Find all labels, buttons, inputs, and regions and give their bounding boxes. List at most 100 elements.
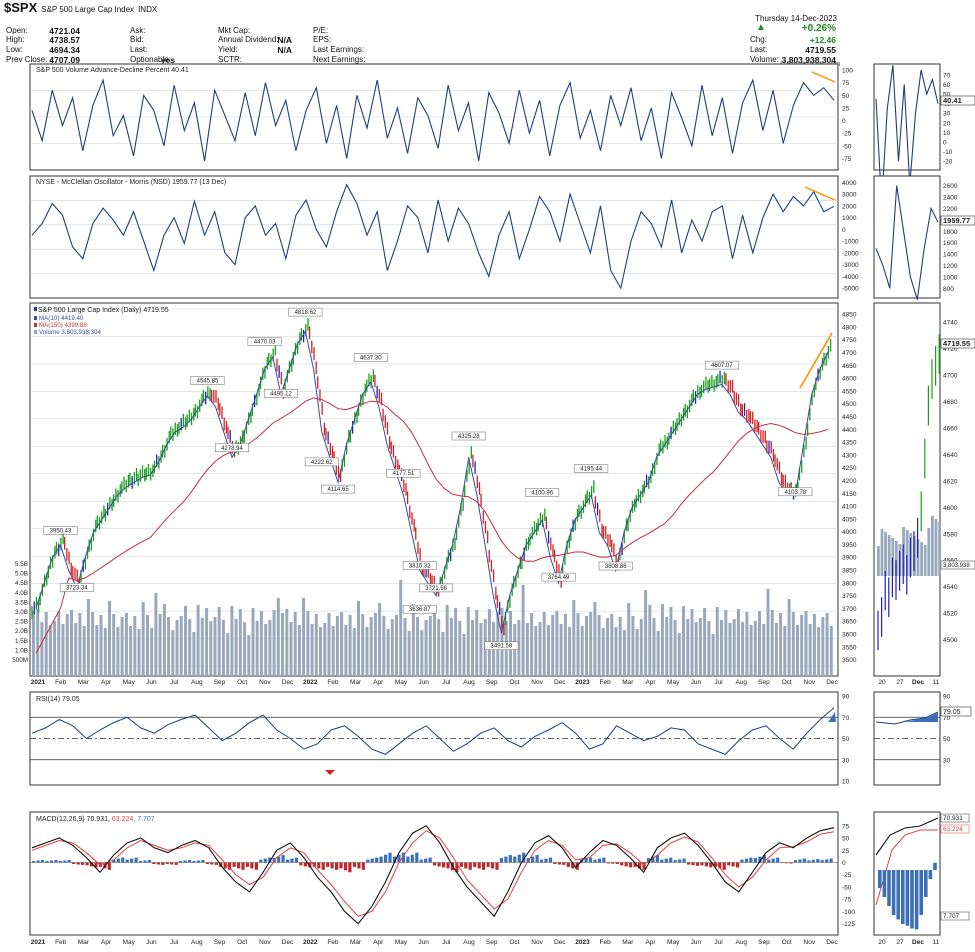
volume-bar — [403, 618, 407, 676]
volume-bar — [749, 625, 753, 676]
macd-hist-bar — [669, 857, 673, 863]
price-xtick-23: Dec — [554, 679, 566, 686]
macd-hist-bar — [379, 856, 383, 863]
volume-tick-0: 5.5B — [15, 561, 28, 568]
macd-xtick-13: Feb — [327, 939, 339, 946]
macd-yaxis-tick-6: -75 — [842, 897, 852, 904]
macd-hist-bar — [513, 856, 517, 863]
macd-yaxis-tick-3: 0 — [842, 860, 846, 867]
volume-bar — [61, 624, 65, 676]
volume-bar — [179, 616, 183, 676]
zoom-xtick-0: 20 — [878, 679, 886, 686]
macd-hist-bar — [678, 859, 682, 863]
volume-bar — [686, 619, 690, 676]
volume-bar — [804, 611, 808, 676]
price-yaxis-tick-1: 4800 — [842, 324, 857, 331]
macd-hist-bar — [250, 862, 254, 869]
volume-bar — [420, 630, 424, 676]
volume-bar — [547, 625, 550, 676]
volume-bar — [779, 613, 783, 676]
price-xtick-32: Sep — [758, 679, 770, 686]
ad-yaxis-tick-6: -50 — [842, 143, 852, 150]
macd-zoom-hist-bar — [896, 870, 900, 920]
macd-zoom-hist-bar — [887, 870, 891, 906]
macd-hist-bar — [339, 862, 343, 869]
volume-bar — [293, 612, 297, 676]
volume-bar — [758, 611, 761, 676]
macd-hist-bar — [76, 862, 80, 865]
volume-bar — [378, 603, 382, 676]
ad-zoom-yaxis-tick-8: -10 — [943, 149, 953, 156]
volume-bar — [221, 620, 225, 676]
price-zoom-yaxis-tick-8: 4580 — [943, 531, 958, 538]
macd-hist-bar — [361, 862, 365, 870]
mc-zoom-yaxis-tick-5: 1600 — [943, 240, 958, 247]
macd-hist-bar — [566, 862, 570, 867]
price-xtick-8: Sep — [214, 679, 226, 686]
macd-hist-bar — [147, 860, 151, 863]
macd-hist-bar — [210, 862, 214, 865]
macd-hist-bar — [477, 862, 481, 869]
volume-bar — [639, 619, 643, 676]
price-yaxis-tick-5: 4600 — [842, 376, 857, 383]
volume-bar — [238, 609, 242, 676]
volume-bar — [829, 626, 833, 676]
price-xtick-27: Apr — [645, 679, 656, 686]
price-xtick-29: Jun — [691, 679, 702, 686]
volume-bar — [741, 622, 745, 676]
volume-bar — [382, 616, 386, 676]
volume-tick-8: 1.5B — [15, 638, 28, 645]
macd-xtick-6: Jul — [170, 939, 179, 946]
volume-bar — [373, 613, 377, 676]
volume-bar — [150, 628, 154, 676]
annotation-label-7: 4222.62 — [311, 460, 333, 466]
mc-zoom-yaxis-tick-8: 1000 — [943, 274, 958, 281]
zoom-volume-bar — [877, 546, 880, 576]
volume-bar — [559, 624, 563, 676]
macd-hist-bar — [54, 860, 58, 863]
annotation-label-4: 4470.03 — [254, 340, 276, 346]
volume-bar — [395, 615, 398, 676]
macd-hist-bar — [40, 860, 45, 863]
macd-hist-bar — [624, 862, 628, 867]
volume-bar — [563, 614, 567, 676]
volume-bar — [302, 598, 306, 676]
macd-xtick-34: Nov — [804, 939, 816, 946]
price-xtick-4: May — [123, 679, 136, 686]
volume-bar — [770, 610, 774, 676]
volume-tick-4: 3.5B — [15, 599, 28, 606]
volume-bar — [217, 607, 221, 676]
macd-hist-bar — [793, 860, 798, 863]
volume-bar — [399, 580, 403, 676]
volume-bar — [348, 615, 352, 676]
price-xtick-34: Nov — [804, 679, 816, 686]
zoom-volume-bar — [884, 532, 887, 576]
volume-tick-10: 500M — [12, 657, 28, 664]
macd-hist-bar — [196, 860, 201, 863]
macd-title-hist: 7.707 — [137, 816, 155, 823]
volume-bar — [580, 626, 584, 676]
macd-hist-bar — [232, 862, 236, 867]
price-zoom-yaxis-tick-3: 4680 — [943, 399, 958, 406]
price-zoom-yaxis-tick-10: 4540 — [943, 584, 958, 591]
macd-hist-bar — [121, 857, 125, 863]
price-xtick-2: Mar — [78, 679, 90, 686]
annotation-label-20: 4607.07 — [711, 363, 733, 369]
volume-bar — [437, 619, 441, 676]
macd-hist-bar — [508, 855, 512, 863]
volume-bar — [660, 604, 664, 676]
macd-xtick-7: Aug — [191, 939, 203, 946]
volume-bar — [808, 624, 812, 676]
price-xtick-7: Aug — [191, 679, 203, 686]
volume-bar — [369, 617, 373, 676]
ad-yaxis-tick-2: 50 — [842, 93, 850, 100]
price-xtick-25: Feb — [600, 679, 612, 686]
volume-bar — [154, 593, 158, 676]
volume-bar — [188, 619, 192, 676]
ad-panel-title: S&P 500 Volume Advance-Decline Percent 4… — [36, 67, 189, 74]
price-xtick-26: Mar — [622, 679, 634, 686]
macd-hist-bar — [263, 858, 267, 863]
macd-hist-bar — [700, 862, 704, 866]
macd-hist-bar — [245, 862, 250, 867]
volume-bar — [133, 616, 137, 676]
